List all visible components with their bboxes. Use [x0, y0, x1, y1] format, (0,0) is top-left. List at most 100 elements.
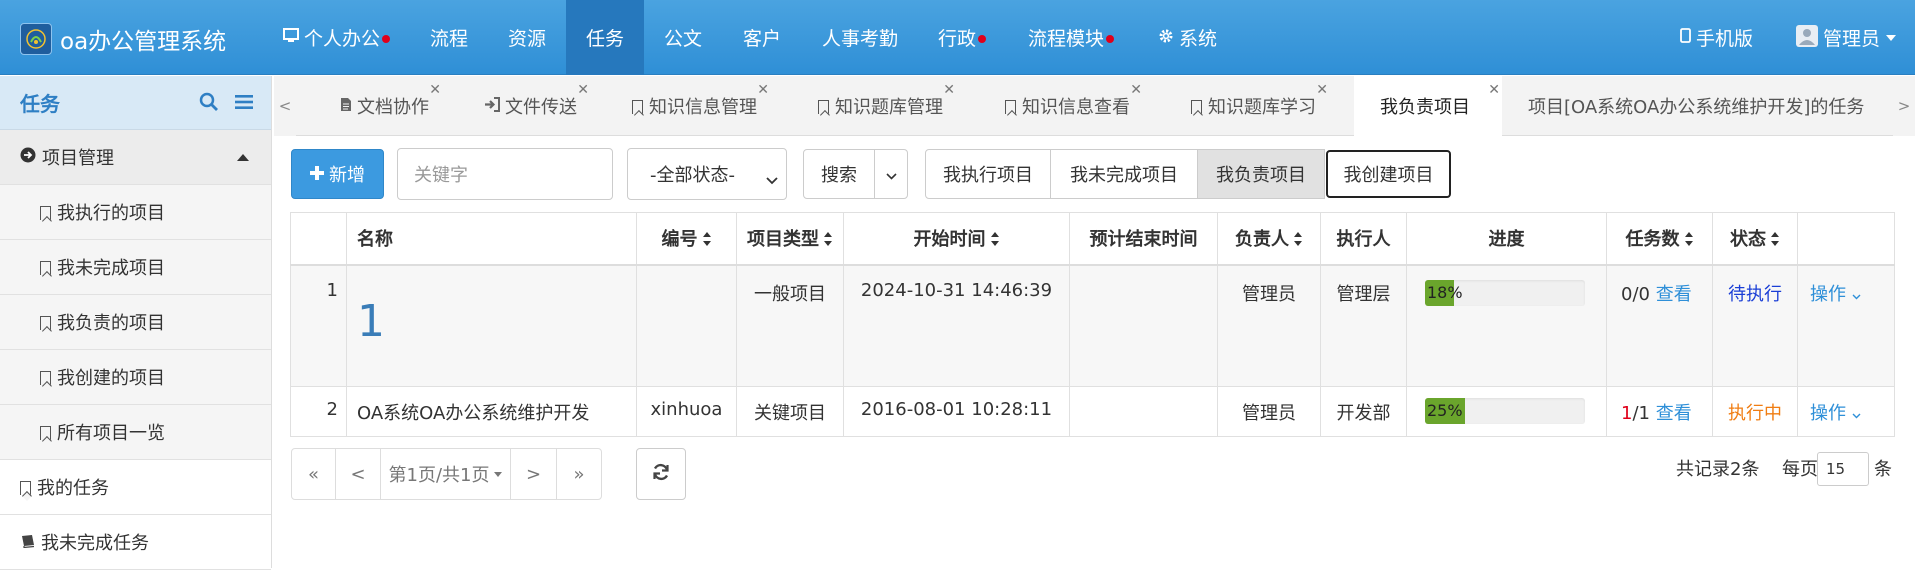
- keyword-input[interactable]: 关键字: [397, 148, 613, 200]
- project-type: 一般项目: [736, 264, 844, 387]
- bookmark-icon: [40, 371, 51, 385]
- sidebar-group-project-management[interactable]: 项目管理: [0, 130, 271, 185]
- search-button[interactable]: 搜索: [803, 149, 875, 199]
- nav-task[interactable]: 任务: [566, 0, 644, 75]
- file-icon: [340, 97, 352, 116]
- tab-my-responsible-projects[interactable]: 我负责项目 ✕: [1354, 76, 1502, 136]
- bookmark-icon: [40, 206, 51, 220]
- nav-document[interactable]: 公文: [654, 0, 712, 75]
- sidebar-item-label: 我未完成任务: [41, 533, 149, 554]
- tab-scroll-left[interactable]: <: [274, 76, 296, 136]
- tab-knowledge-bank-manage[interactable]: 知识题库管理 ✕: [804, 76, 957, 136]
- row-index: 1: [290, 264, 347, 387]
- col-owner[interactable]: 负责人: [1217, 212, 1321, 266]
- sidebar-item-all-projects[interactable]: 所有项目一览: [0, 405, 271, 460]
- close-icon[interactable]: ✕: [1316, 82, 1328, 98]
- tab-knowledge-info-manage[interactable]: 知识信息管理 ✕: [618, 76, 771, 136]
- last-page-button[interactable]: »: [557, 449, 601, 499]
- tab-scroll-right-label: >: [1897, 97, 1911, 115]
- nav-label: 公文: [664, 28, 703, 50]
- tab-strip: < 文档协作 ✕ 文件传送 ✕ 知识信息管理 ✕ 知识题库管理 ✕ 知识信息查看…: [274, 76, 1915, 136]
- view-link[interactable]: 查看: [1656, 403, 1692, 424]
- sidebar-item-my-unfinished-projects[interactable]: 我未完成项目: [0, 240, 271, 295]
- tab-file-transfer[interactable]: 文件传送 ✕: [470, 76, 591, 136]
- sidebar-title: 任务: [20, 92, 60, 116]
- search-dropdown-toggle[interactable]: [874, 149, 908, 199]
- per-page-input[interactable]: 15: [1817, 452, 1869, 486]
- next-page-button[interactable]: >: [511, 449, 557, 499]
- brand[interactable]: oa办公管理系统: [20, 22, 226, 56]
- nav-resource[interactable]: 资源: [498, 0, 556, 75]
- page-select[interactable]: 第1页/共1页: [381, 449, 511, 499]
- sign-in-icon: [484, 96, 500, 116]
- start-time: 2016-08-01 10:28:11: [843, 386, 1070, 437]
- mobile-label: 手机版: [1696, 28, 1754, 50]
- first-page-button[interactable]: «: [292, 449, 336, 499]
- col-expected-end-label: 预计结束时间: [1089, 229, 1198, 251]
- nav-admin[interactable]: 行政: [928, 0, 996, 75]
- nav-flow-module[interactable]: 流程模块: [1018, 0, 1124, 75]
- mobile-version-link[interactable]: 手机版: [1670, 0, 1763, 75]
- status-select-value: -全部状态-: [650, 165, 735, 186]
- col-task-count[interactable]: 任务数: [1606, 212, 1713, 266]
- tab-knowledge-bank-study[interactable]: 知识题库学习 ✕: [1177, 76, 1330, 136]
- action-menu-label: 操作: [1810, 403, 1846, 424]
- tab-scroll-right[interactable]: >: [1893, 76, 1915, 136]
- search-icon[interactable]: [199, 92, 219, 117]
- project-name: OA系统OA办公系统维护开发: [346, 386, 637, 437]
- sidebar-item-label: 我创建的项目: [57, 368, 165, 389]
- nav-system[interactable]: 系统: [1148, 0, 1227, 75]
- close-icon[interactable]: ✕: [1488, 82, 1500, 98]
- nav-personal-office[interactable]: 个人办公: [275, 0, 398, 75]
- nav-label: 人事考勤: [822, 28, 899, 50]
- prev-page-label: <: [350, 463, 366, 485]
- close-icon[interactable]: ✕: [943, 82, 955, 98]
- project-code: [636, 264, 737, 387]
- close-icon[interactable]: ✕: [577, 82, 589, 98]
- total-records: 共记录2条: [1676, 459, 1760, 480]
- tab-doc-collab[interactable]: 文档协作 ✕: [326, 76, 443, 136]
- filter-my-created[interactable]: 我创建项目: [1326, 150, 1451, 198]
- sidebar-item-my-created-projects[interactable]: 我创建的项目: [0, 350, 271, 405]
- col-status[interactable]: 状态: [1712, 212, 1798, 266]
- col-task-count-label: 任务数: [1625, 229, 1680, 251]
- col-code[interactable]: 编号: [636, 212, 737, 266]
- first-page-label: «: [307, 463, 319, 485]
- nav-hr-attendance[interactable]: 人事考勤: [812, 0, 908, 75]
- filter-my-responsible[interactable]: 我负责项目: [1197, 149, 1325, 199]
- sidebar-item-my-responsible-projects[interactable]: 我负责的项目: [0, 295, 271, 350]
- per-page-value: 15: [1826, 460, 1846, 478]
- user-menu[interactable]: 管理员: [1790, 0, 1902, 75]
- status-text: 执行中: [1712, 386, 1798, 437]
- table-row[interactable]: 2 OA系统OA办公系统维护开发 xinhuoa 关键项目 2016-08-01…: [290, 386, 1895, 437]
- prev-page-button[interactable]: <: [336, 449, 381, 499]
- add-button[interactable]: 新增: [291, 149, 384, 199]
- view-link[interactable]: 查看: [1656, 284, 1692, 305]
- col-start-time[interactable]: 开始时间: [843, 212, 1070, 266]
- status-select[interactable]: -全部状态-: [627, 148, 787, 200]
- action-menu[interactable]: 操作: [1797, 264, 1895, 387]
- project-name: 1: [346, 264, 637, 387]
- table-row[interactable]: 1 1 一般项目 2024-10-31 14:46:39 管理员 管理层 18%…: [290, 264, 1895, 387]
- sidebar-item-my-tasks[interactable]: 我的任务: [0, 460, 271, 515]
- close-icon[interactable]: ✕: [757, 82, 769, 98]
- col-actions: [1797, 212, 1895, 266]
- close-icon[interactable]: ✕: [429, 82, 441, 98]
- tab-label: 知识题库管理: [835, 97, 943, 118]
- filter-my-executing[interactable]: 我执行项目: [925, 149, 1051, 199]
- filter-my-unfinished[interactable]: 我未完成项目: [1050, 149, 1198, 199]
- refresh-button[interactable]: [636, 448, 686, 500]
- tab-knowledge-info-view[interactable]: 知识信息查看 ✕: [991, 76, 1144, 136]
- sidebar-item-my-unfinished-tasks[interactable]: 我未完成任务: [0, 515, 271, 570]
- col-type[interactable]: 项目类型: [736, 212, 844, 266]
- tab-project-tasks[interactable]: 项目[OA系统OA办公系统维护开发]的任务: [1514, 76, 1878, 136]
- nav-customer[interactable]: 客户: [733, 0, 791, 75]
- nav-flow[interactable]: 流程: [420, 0, 478, 75]
- menu-icon[interactable]: [235, 92, 253, 116]
- progress-label: 25%: [1427, 401, 1463, 420]
- col-name[interactable]: 名称: [346, 212, 637, 266]
- sidebar-item-my-executing-projects[interactable]: 我执行的项目: [0, 185, 271, 240]
- task-done-count: 1: [1621, 403, 1633, 424]
- action-menu[interactable]: 操作: [1797, 386, 1895, 437]
- close-icon[interactable]: ✕: [1130, 82, 1142, 98]
